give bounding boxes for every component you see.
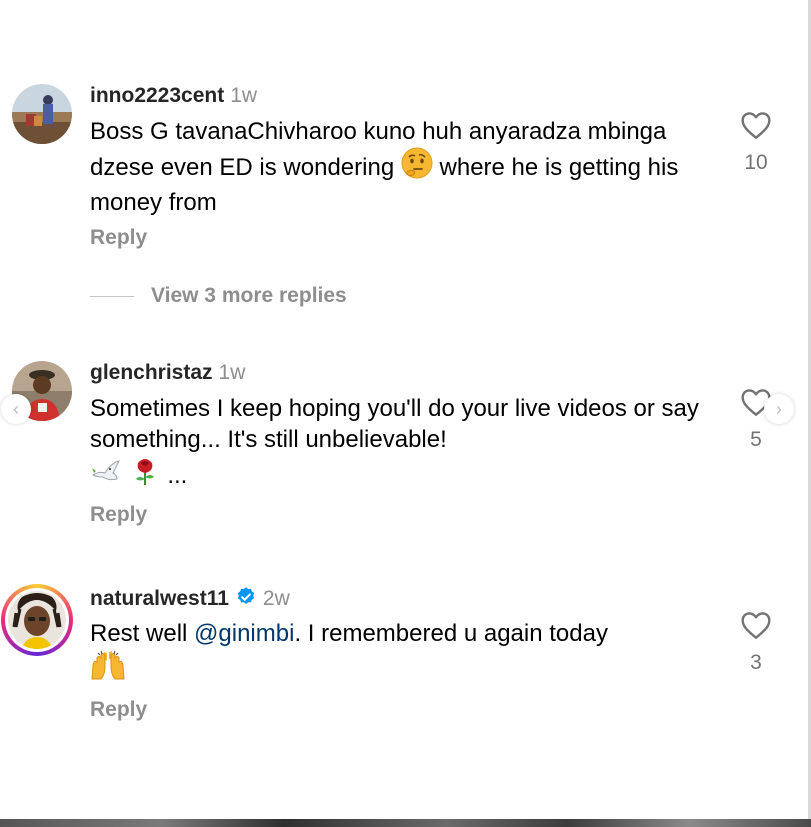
- comment-time: 2w: [262, 587, 290, 610]
- heart-outline-icon[interactable]: [740, 612, 772, 644]
- dove-emoji-icon: [90, 455, 122, 495]
- comment-header: glenchristaz 1w: [90, 361, 245, 385]
- mention-link[interactable]: @ginimbi: [194, 620, 294, 647]
- chevron-right-icon[interactable]: ›: [764, 394, 794, 424]
- like-control: 3: [736, 610, 776, 675]
- comment-header: inno2223cent 1w: [90, 84, 257, 108]
- comment-text: Rest well @ginimbi. I remembered u again…: [90, 618, 720, 689]
- chevron-left-icon[interactable]: ‹: [1, 394, 31, 424]
- divider: [90, 295, 134, 297]
- view-more-replies-button[interactable]: View 3 more replies: [90, 284, 347, 308]
- comment-time: 1w: [218, 361, 246, 384]
- avatar[interactable]: [12, 84, 72, 144]
- comment-text: Boss G tavanaChivharoo kuno huh anyaradz…: [90, 116, 720, 218]
- comment-text-part: Sometimes I keep hoping you'll do your l…: [90, 395, 699, 453]
- comments-panel: inno2223cent 1w Boss G tavanaChivharoo ku…: [0, 0, 811, 827]
- comment-time: 1w: [230, 84, 258, 107]
- raising-hands-emoji-icon: [90, 649, 126, 689]
- like-count: 5: [750, 428, 762, 451]
- comment-header: naturalwest11 2w: [90, 586, 290, 614]
- thinking-face-emoji-icon: [401, 147, 433, 187]
- like-control: 10: [736, 110, 776, 175]
- trailing-text: ...: [167, 462, 188, 489]
- reply-button[interactable]: Reply: [90, 226, 147, 250]
- view-replies-label: View 3 more replies: [151, 284, 347, 307]
- reply-button[interactable]: Reply: [90, 503, 147, 527]
- comment-text-part: Rest well: [90, 620, 195, 647]
- heart-outline-icon[interactable]: [740, 112, 772, 144]
- media-strip: [0, 819, 811, 827]
- like-count: 3: [750, 651, 762, 674]
- comment-text: Sometimes I keep hoping you'll do your l…: [90, 393, 720, 495]
- comment-text-part: . I remembered u again today: [294, 620, 608, 647]
- avatar[interactable]: [1, 584, 73, 656]
- like-count: 10: [744, 151, 768, 174]
- username[interactable]: naturalwest11: [90, 587, 229, 610]
- avatar-story-ring: [5, 588, 69, 652]
- rose-emoji-icon: [129, 455, 161, 495]
- verified-badge-icon: [235, 586, 257, 614]
- reply-button[interactable]: Reply: [90, 698, 147, 722]
- username[interactable]: inno2223cent: [90, 84, 224, 107]
- username[interactable]: glenchristaz: [90, 361, 213, 384]
